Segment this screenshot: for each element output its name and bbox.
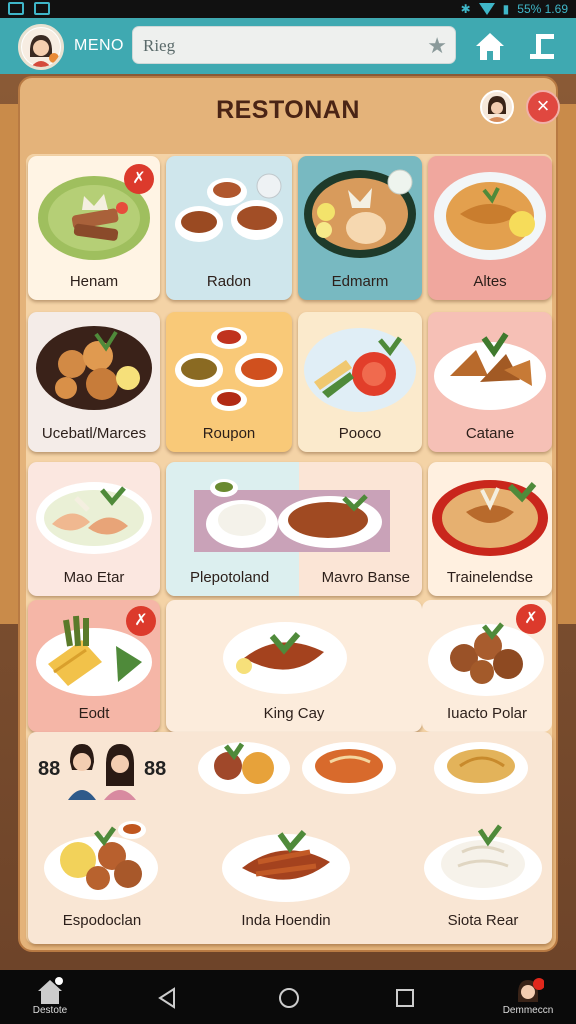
- menu-item-mao-etar[interactable]: Mao Etar: [28, 462, 160, 596]
- wifi-icon: [478, 3, 495, 15]
- dish-image: [175, 327, 283, 411]
- avatar[interactable]: [480, 90, 514, 124]
- menu-item-label: Radon: [206, 273, 252, 290]
- navigation-bar: Destote Demmeccn: [0, 970, 576, 1024]
- dish-image: [223, 622, 347, 694]
- menu-label[interactable]: MENO: [74, 37, 124, 55]
- profile-button[interactable]: [526, 28, 562, 64]
- menu-item-label: Plepotoland: [190, 569, 270, 586]
- side-dish-image: [434, 742, 528, 794]
- home-button[interactable]: [472, 28, 508, 64]
- menu-item-king-cay[interactable]: King Cay: [166, 600, 422, 732]
- menu-item-label: Trainelendse: [446, 569, 534, 586]
- nav-home-label: Destote: [32, 1005, 68, 1016]
- featured-section: 88 88 Espodoclan Inda Hoendin Siota Rear: [28, 732, 552, 944]
- home-icon: [476, 33, 504, 60]
- menu-item-iuacto-polar[interactable]: ✗ Iuacto Polar: [422, 600, 552, 732]
- dish-image: [434, 172, 546, 260]
- menu-item-label: Mao Etar: [63, 569, 125, 586]
- menu-item-label: King Cay: [263, 705, 325, 722]
- favorite-star-icon[interactable]: ★: [427, 33, 447, 59]
- menu-item-roupon[interactable]: Roupon: [166, 312, 292, 452]
- status-clock: 55% 1.69: [517, 2, 568, 16]
- menu-item-label: Ucebatl/Marces: [41, 425, 147, 442]
- menu-item-label: Eodt: [78, 705, 110, 722]
- status-bar: ✱ ▮ 55% 1.69: [0, 0, 576, 18]
- dish-image: [304, 169, 416, 258]
- menu-item-label: Henam: [69, 273, 119, 290]
- menu-item-edmarm[interactable]: Edmarm: [298, 156, 422, 300]
- decoration-mark: 88: [144, 758, 167, 780]
- close-icon: ×: [536, 93, 550, 118]
- search-input[interactable]: [143, 35, 413, 57]
- top-bar: MENO ★: [0, 18, 576, 74]
- close-button[interactable]: ×: [526, 90, 560, 124]
- dish-image: [222, 830, 350, 902]
- battery-icon: ▮: [502, 2, 510, 16]
- home-icon: [38, 977, 63, 1004]
- spicy-badge: ✗: [516, 604, 546, 634]
- menu-item-ucebatl[interactable]: Ucebatl/Marces: [28, 312, 160, 452]
- menu-item-siota-rear[interactable]: Siota Rear: [424, 912, 542, 929]
- menu-item-label: Altes: [473, 273, 507, 290]
- recents-icon: [396, 989, 414, 1007]
- side-dish-image: [302, 742, 396, 794]
- dish-image: [304, 328, 416, 412]
- decoration-mark: 88: [38, 758, 61, 780]
- dish-image: [432, 480, 548, 556]
- menu-item-label: Iuacto Polar: [446, 705, 528, 722]
- menu-item-trainelendse[interactable]: Trainelendse: [428, 462, 552, 596]
- dish-image: [36, 326, 152, 410]
- chef-couple-icon: [68, 744, 136, 800]
- user-icon: [530, 34, 554, 59]
- circle-home-icon: [279, 988, 299, 1008]
- menu-item-eodt[interactable]: ✗ Eodt: [28, 600, 160, 732]
- dish-image: [44, 821, 158, 900]
- spicy-badge: ✗: [126, 606, 156, 636]
- menu-item-henam[interactable]: ✗ Henam: [28, 156, 160, 300]
- side-dish-image: [198, 742, 290, 794]
- nav-profile[interactable]: Demmeccn: [498, 976, 558, 1016]
- menu-item-pooco[interactable]: Pooco: [298, 312, 422, 452]
- nav-home-circle[interactable]: [276, 986, 302, 1013]
- menu-item-radon[interactable]: Radon: [166, 156, 292, 300]
- menu-item-espodoclan[interactable]: Espodoclan: [42, 912, 162, 929]
- menu-item-label: Pooco: [338, 425, 382, 442]
- nav-home[interactable]: Destote: [22, 976, 78, 1016]
- profile-avatar-icon: [518, 978, 545, 1002]
- menu-item-altes[interactable]: Altes: [428, 156, 552, 300]
- dish-image: [424, 824, 542, 900]
- back-icon: [158, 987, 175, 1009]
- nav-recents[interactable]: [392, 986, 418, 1013]
- menu-item-label: Edmarm: [331, 273, 389, 290]
- notification-icon: [8, 2, 24, 15]
- menu-item-label: Mavro Banse: [321, 569, 410, 586]
- nav-profile-label: Demmeccn: [502, 1005, 554, 1016]
- bluetooth-icon: ✱: [460, 2, 471, 16]
- menu-item-label: Roupon: [202, 425, 256, 442]
- message-icon: [34, 2, 50, 15]
- restaurant-logo[interactable]: [18, 24, 64, 70]
- menu-item-label: Catane: [465, 425, 515, 442]
- search-box[interactable]: ★: [132, 26, 456, 64]
- dish-image: [36, 482, 152, 554]
- dish-image: [194, 479, 390, 552]
- chef-group: 88 88: [36, 740, 166, 800]
- dish-image: [175, 173, 283, 242]
- menu-item-combo[interactable]: Plepotoland Mavro Banse: [166, 462, 422, 596]
- menu-item-catane[interactable]: Catane: [428, 312, 552, 452]
- dish-image: [434, 332, 546, 410]
- spicy-badge: ✗: [124, 164, 154, 194]
- menu-item-inda-hoendin[interactable]: Inda Hoendin: [224, 912, 348, 929]
- nav-back[interactable]: [154, 986, 180, 1013]
